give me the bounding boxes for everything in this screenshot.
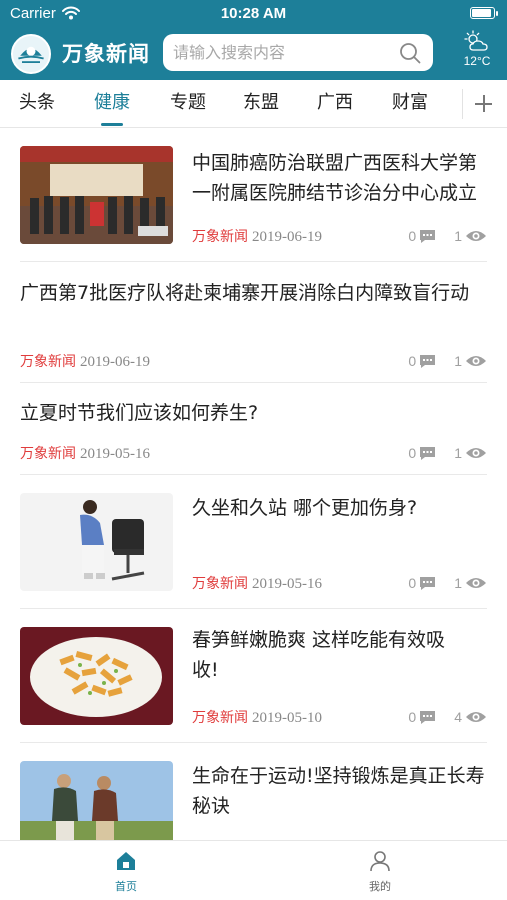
user-icon	[370, 851, 390, 872]
view-count: 4	[454, 709, 462, 725]
weather-widget[interactable]: 12°C	[455, 30, 499, 76]
comment-count: 0	[408, 709, 417, 725]
status-time: 10:28 AM	[220, 5, 287, 22]
comment-count: 0	[408, 445, 417, 461]
add-tab-button[interactable]	[462, 89, 500, 119]
news-stats: 0 1	[408, 226, 487, 246]
news-item[interactable]: 广西第7批医疗队将赴柬埔寨开展消除白内障致盲行动 万象新闻 2019-06-19 …	[0, 262, 507, 383]
eye-icon	[466, 578, 486, 588]
view-count: 1	[454, 353, 462, 369]
tab-headlines[interactable]: 头条	[12, 80, 62, 128]
news-meta: 万象新闻 2019-05-16	[192, 573, 322, 593]
news-source: 万象新闻	[192, 710, 248, 726]
news-source: 万象新闻	[192, 229, 248, 245]
tab-health[interactable]: 健康	[86, 80, 138, 128]
weather-temp: 12°C	[463, 54, 491, 68]
news-thumbnail	[20, 761, 173, 840]
tab-asean[interactable]: 东盟	[235, 80, 287, 128]
status-bar: Carrier 10:28 AM	[0, 0, 507, 28]
news-item[interactable]: 立夏时节我们应该如何养生? 万象新闻 2019-05-16 0 1	[0, 383, 507, 475]
search-input[interactable]	[173, 34, 393, 71]
comment-count: 0	[408, 228, 417, 244]
news-thumbnail	[20, 627, 173, 725]
view-count: 1	[454, 228, 462, 244]
tab-guangxi[interactable]: 广西	[309, 80, 361, 128]
news-thumbnail	[20, 146, 173, 244]
news-date: 2019-05-16	[80, 446, 150, 462]
comment-count: 0	[408, 575, 417, 591]
app-logo[interactable]	[11, 34, 51, 74]
news-item[interactable]: 生命在于运动!坚持锻炼是真正长寿秘诀	[0, 743, 507, 840]
news-meta: 万象新闻 2019-06-19	[20, 351, 150, 371]
news-feed[interactable]: 中国肺癌防治联盟广西医科大学第一附属医院肺结节诊治分中心成立 万象新闻 2019-…	[0, 128, 507, 840]
news-title[interactable]: 春笋鲜嫩脆爽 这样吃能有效吸收!	[192, 625, 452, 685]
news-item[interactable]: 中国肺癌防治联盟广西医科大学第一附属医院肺结节诊治分中心成立 万象新闻 2019-…	[0, 128, 507, 262]
app-title: 万象新闻	[62, 42, 150, 66]
category-tabs: 头条 健康 专题 东盟 广西 财富	[0, 80, 507, 128]
search-icon[interactable]	[399, 42, 421, 64]
news-date: 2019-05-10	[252, 710, 322, 726]
tab-special[interactable]: 专题	[162, 80, 214, 128]
news-item[interactable]: 春笋鲜嫩脆爽 这样吃能有效吸收! 万象新闻 2019-05-10 0 4	[0, 609, 507, 743]
news-title[interactable]: 久坐和久站 哪个更加伤身?	[192, 493, 487, 523]
news-meta: 万象新闻 2019-06-19	[192, 226, 322, 246]
news-stats: 0 1	[408, 443, 487, 463]
news-source: 万象新闻	[20, 446, 76, 462]
news-title[interactable]: 立夏时节我们应该如何养生?	[20, 398, 487, 428]
comment-icon	[420, 576, 436, 590]
tab-finance[interactable]: 财富	[384, 80, 436, 128]
eye-icon	[466, 356, 486, 366]
comment-icon	[420, 354, 436, 368]
comment-count: 0	[408, 353, 417, 369]
news-stats: 0 4	[408, 707, 487, 727]
news-title[interactable]: 生命在于运动!坚持锻炼是真正长寿秘诀	[192, 761, 487, 821]
view-count: 1	[454, 575, 462, 591]
battery-icon	[470, 7, 498, 19]
news-stats: 0 1	[408, 573, 487, 593]
comment-icon	[420, 229, 436, 243]
news-title[interactable]: 广西第7批医疗队将赴柬埔寨开展消除白内障致盲行动	[20, 278, 487, 308]
eye-icon	[466, 712, 486, 722]
news-source: 万象新闻	[20, 354, 76, 370]
nav-home-label: 首页	[115, 880, 137, 893]
home-icon	[117, 852, 135, 870]
comment-icon	[420, 446, 436, 460]
eye-icon	[466, 448, 486, 458]
partly-sunny-icon	[464, 30, 488, 51]
news-date: 2019-06-19	[252, 229, 322, 245]
view-count: 1	[454, 445, 462, 461]
nav-me-label: 我的	[369, 880, 391, 893]
news-thumbnail	[20, 493, 173, 591]
news-date: 2019-06-19	[80, 354, 150, 370]
comment-icon	[420, 710, 436, 724]
news-stats: 0 1	[408, 351, 487, 371]
news-title[interactable]: 中国肺癌防治联盟广西医科大学第一附属医院肺结节诊治分中心成立	[192, 148, 487, 208]
nav-home[interactable]: 首页	[86, 849, 166, 894]
news-item[interactable]: 久坐和久站 哪个更加伤身? 万象新闻 2019-05-16 0 1	[0, 475, 507, 609]
nav-me[interactable]: 我的	[340, 849, 420, 894]
news-source: 万象新闻	[192, 576, 248, 592]
app-header: Carrier 10:28 AM 万象新闻 请输入搜索内容 12°C	[0, 0, 507, 80]
search-bar[interactable]	[163, 34, 433, 71]
news-meta: 万象新闻 2019-05-10	[192, 707, 322, 727]
bottom-tab-bar: 首页 我的	[0, 840, 507, 900]
eye-icon	[466, 231, 486, 241]
news-date: 2019-05-16	[252, 576, 322, 592]
news-meta: 万象新闻 2019-05-16	[20, 443, 150, 463]
